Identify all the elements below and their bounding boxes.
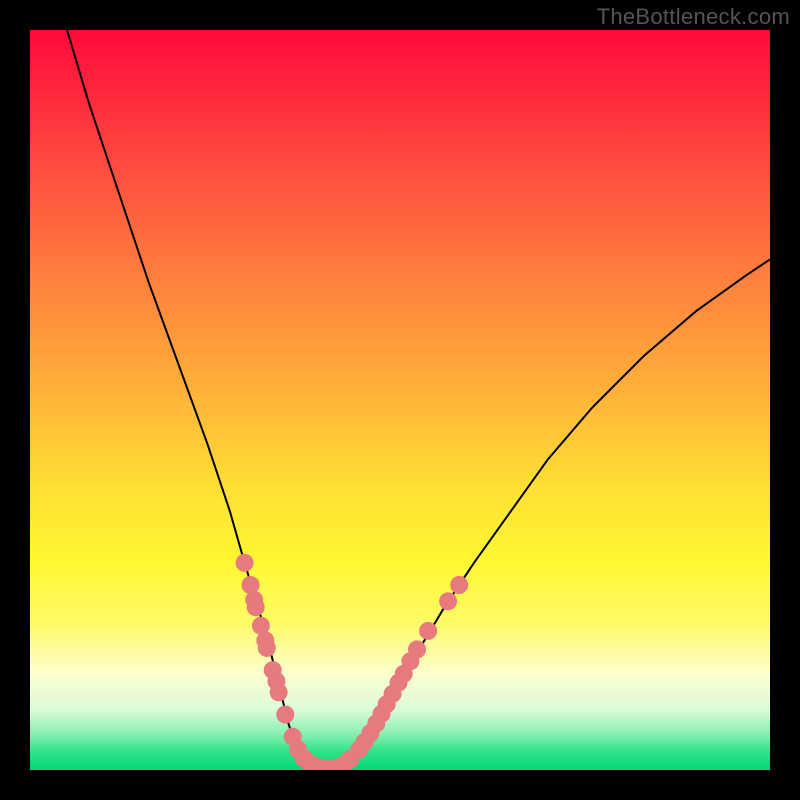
data-marker [270,683,288,701]
data-marker [408,640,426,658]
watermark-text: TheBottleneck.com [597,4,790,30]
data-marker [419,622,437,640]
marker-group [236,554,469,770]
data-marker [258,639,276,657]
data-marker [247,598,265,616]
data-marker [276,706,294,724]
plot-area [30,30,770,770]
data-marker [450,576,468,594]
chart-frame: TheBottleneck.com [0,0,800,800]
curve-svg [30,30,770,770]
data-marker [439,592,457,610]
data-marker [236,554,254,572]
